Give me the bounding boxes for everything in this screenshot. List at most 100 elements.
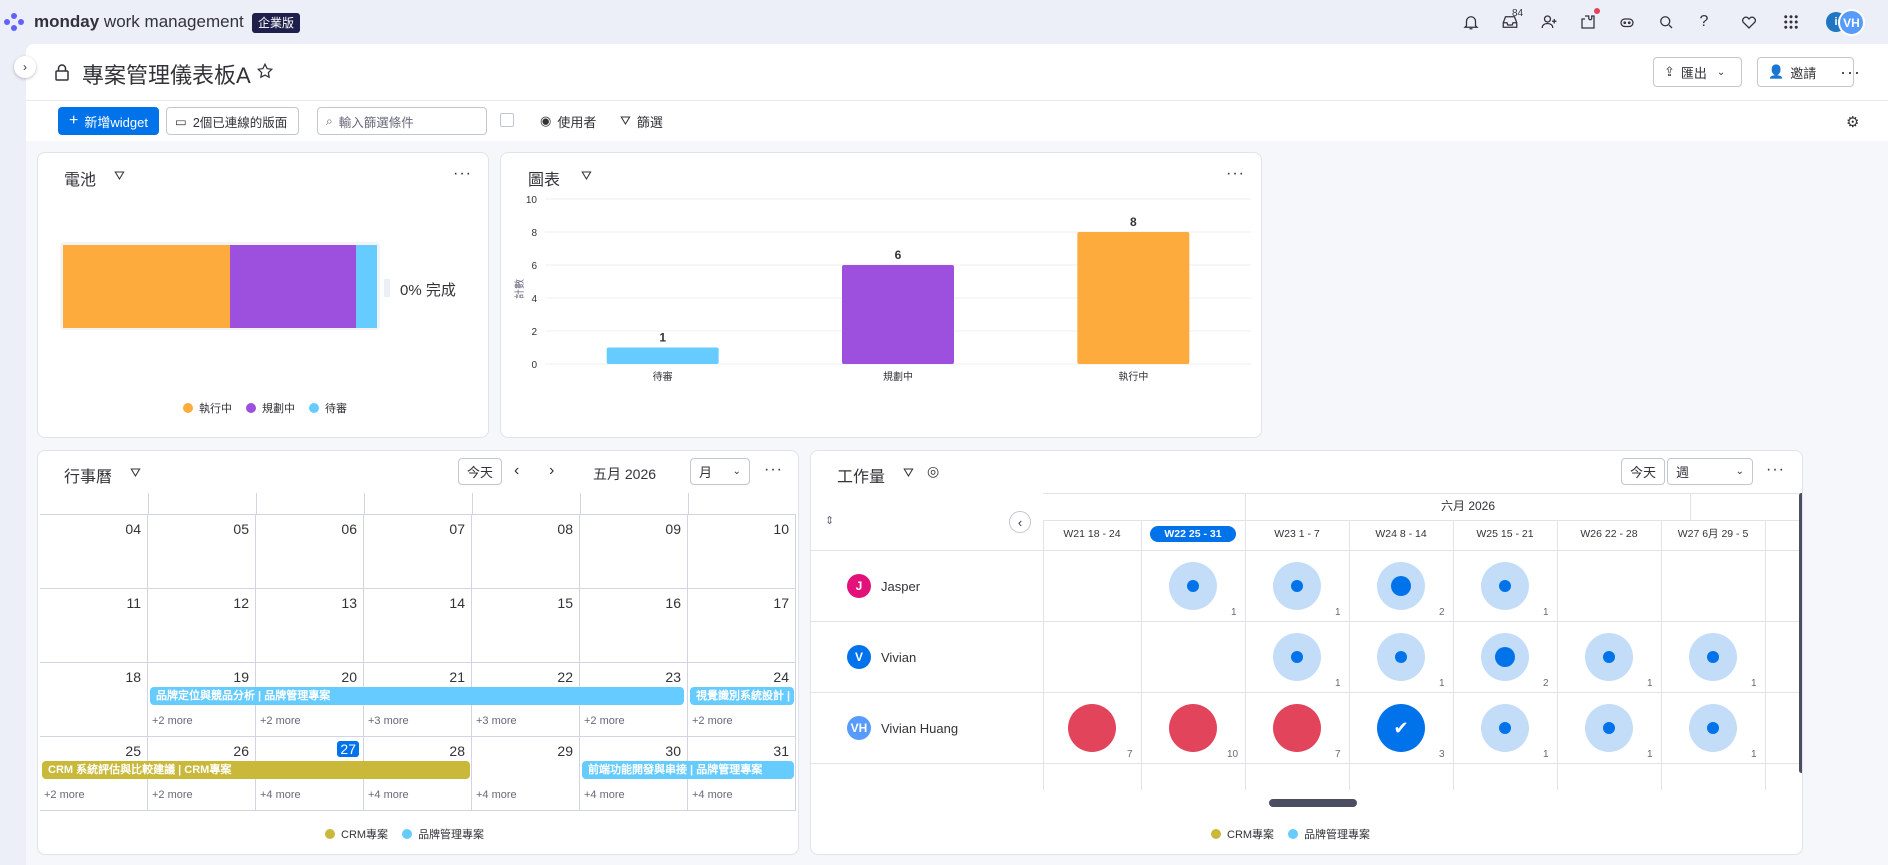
workload-bubble[interactable] — [1377, 562, 1425, 610]
horizontal-scrollbar[interactable] — [1269, 799, 1357, 807]
workload-bubble[interactable] — [1169, 704, 1217, 752]
y-tick-label: 8 — [531, 228, 537, 239]
calendar-day-cell[interactable]: 11 — [40, 589, 148, 663]
filter-icon[interactable]: ⛛ — [581, 168, 592, 184]
workload-bubble[interactable] — [1068, 704, 1116, 752]
app-switcher-grid-icon[interactable] — [1780, 11, 1802, 33]
calendar-day-cell[interactable]: 13 — [256, 589, 364, 663]
widget-more-icon[interactable]: ··· — [764, 461, 783, 479]
more-events-link[interactable]: +2 more — [152, 715, 193, 727]
calendar-today-button[interactable]: 今天 — [458, 458, 503, 485]
workload-bubble[interactable] — [1585, 704, 1633, 752]
week-header: W23 1 - 7 — [1274, 528, 1320, 540]
calendar-view-select[interactable]: 月 ⌄ — [690, 458, 750, 485]
chevron-right-icon[interactable]: › — [549, 462, 554, 480]
calendar-event[interactable]: 前端功能開發與串接 | 品牌管理專案 — [582, 761, 794, 779]
widget-more-icon[interactable]: ··· — [1226, 165, 1245, 183]
calendar-day-cell[interactable]: 07 — [364, 515, 472, 589]
heart-icon[interactable] — [1738, 11, 1760, 33]
workload-today-button[interactable]: 今天 — [1621, 458, 1666, 485]
save-filter-icon[interactable] — [500, 113, 514, 127]
apps-marketplace-icon[interactable] — [1577, 11, 1599, 33]
more-events-link[interactable]: +2 more — [584, 715, 625, 727]
calendar-day-cell[interactable]: 04 — [40, 515, 148, 589]
chevron-left-icon[interactable]: ‹ — [514, 462, 519, 480]
workload-count: 7 — [1335, 749, 1341, 760]
export-button[interactable]: ⇪ 匯出 ⌄ — [1653, 57, 1742, 87]
filter-icon[interactable]: ⛛ — [114, 168, 125, 184]
workload-bubble[interactable]: ✔ — [1377, 704, 1425, 752]
more-events-link[interactable]: +4 more — [368, 789, 409, 801]
person-row-label[interactable]: V Vivian — [847, 645, 916, 669]
widget-more-icon[interactable]: ··· — [453, 165, 472, 183]
more-events-link[interactable]: +4 more — [584, 789, 625, 801]
workload-bubble[interactable] — [1169, 562, 1217, 610]
more-events-link[interactable]: +2 more — [44, 789, 85, 801]
workload-count: 1 — [1335, 678, 1341, 689]
help-icon[interactable]: ? — [1693, 11, 1715, 33]
filter-icon[interactable]: ⛛ — [130, 465, 141, 481]
calendar-event[interactable]: 品牌定位與競品分析 | 品牌管理專案 — [150, 687, 684, 705]
invite-member-icon[interactable] — [1538, 11, 1560, 33]
more-events-link[interactable]: +4 more — [476, 789, 517, 801]
user-avatar[interactable]: VH — [1838, 9, 1865, 36]
person-row-label[interactable]: J Jasper — [847, 574, 920, 598]
calendar-day-cell[interactable]: 10 — [688, 515, 796, 589]
calendar-day-cell[interactable]: 08 — [472, 515, 580, 589]
users-filter-button[interactable]: ◉ 使用者 — [540, 107, 596, 135]
calendar-day-cell[interactable]: 15 — [472, 589, 580, 663]
workload-bubble[interactable] — [1377, 633, 1425, 681]
filter-search-input[interactable]: ⌕ 輸入篩選條件 — [317, 107, 487, 135]
more-events-link[interactable]: +2 more — [692, 715, 733, 727]
workload-bubble[interactable] — [1273, 562, 1321, 610]
more-events-link[interactable]: +2 more — [260, 715, 301, 727]
vertical-scrollbar[interactable] — [1799, 493, 1802, 773]
calendar-day-cell[interactable]: 16 — [580, 589, 688, 663]
calendar-day-cell[interactable]: 18 — [40, 663, 148, 737]
person-name: Vivian Huang — [881, 720, 959, 736]
filter-icon[interactable]: ⛛ — [903, 465, 914, 481]
calendar-event[interactable]: CRM 系統評估與比較建議 | CRM專案 — [42, 761, 470, 779]
workload-count: 1 — [1543, 749, 1549, 760]
calendar-day-cell[interactable]: 14 — [364, 589, 472, 663]
sidebar-expand-button[interactable]: › — [14, 56, 36, 78]
calendar-day-cell[interactable]: 12 — [148, 589, 256, 663]
ai-robot-icon[interactable] — [1616, 11, 1638, 33]
filter-button[interactable]: ⛛ 篩選 — [620, 107, 663, 135]
calendar-day-cell[interactable]: 05 — [148, 515, 256, 589]
workload-bubble[interactable] — [1585, 633, 1633, 681]
bell-icon[interactable] — [1460, 11, 1482, 33]
more-events-link[interactable]: +3 more — [476, 715, 517, 727]
calendar-day-cell[interactable]: 09 — [580, 515, 688, 589]
day-number: 13 — [341, 595, 357, 611]
favorite-star-icon[interactable] — [256, 62, 274, 83]
workload-bubble[interactable] — [1481, 562, 1529, 610]
workload-bubble[interactable] — [1273, 633, 1321, 681]
workload-view-select[interactable]: 週 ⌄ — [1667, 458, 1753, 485]
load-dot-icon — [1499, 580, 1511, 592]
settings-gear-icon[interactable]: ⚙ — [1846, 113, 1859, 131]
add-widget-button[interactable]: + 新增widget — [58, 107, 159, 135]
workload-bubble[interactable] — [1689, 704, 1737, 752]
workload-bubble[interactable] — [1481, 633, 1529, 681]
widget-more-icon[interactable]: ··· — [1766, 461, 1785, 479]
workload-bubble[interactable] — [1689, 633, 1737, 681]
more-events-link[interactable]: +2 more — [152, 789, 193, 801]
more-events-link[interactable]: +4 more — [692, 789, 733, 801]
person-circle-icon[interactable]: ◎ — [927, 463, 939, 480]
calendar-day-cell[interactable]: 06 — [256, 515, 364, 589]
calendar-event[interactable]: 視覺識別系統設計 | — [690, 687, 794, 705]
workload-bubble[interactable] — [1481, 704, 1529, 752]
calendar-day-cell[interactable]: 17 — [688, 589, 796, 663]
day-number: 21 — [449, 669, 465, 685]
more-events-link[interactable]: +3 more — [368, 715, 409, 727]
connected-boards-button[interactable]: ▭ 2個已連線的版面 — [166, 107, 299, 135]
board-more-icon[interactable]: ··· — [1840, 62, 1861, 83]
board-title[interactable]: 專案管理儀表板A — [82, 58, 251, 90]
calendar-day-cell[interactable]: 29 +4 more — [472, 737, 580, 811]
workload-bubble[interactable] — [1273, 704, 1321, 752]
more-events-link[interactable]: +4 more — [260, 789, 301, 801]
search-icon[interactable] — [1655, 11, 1677, 33]
person-row-label[interactable]: VH Vivian Huang — [847, 716, 958, 740]
monday-logo-icon[interactable] — [4, 11, 28, 33]
